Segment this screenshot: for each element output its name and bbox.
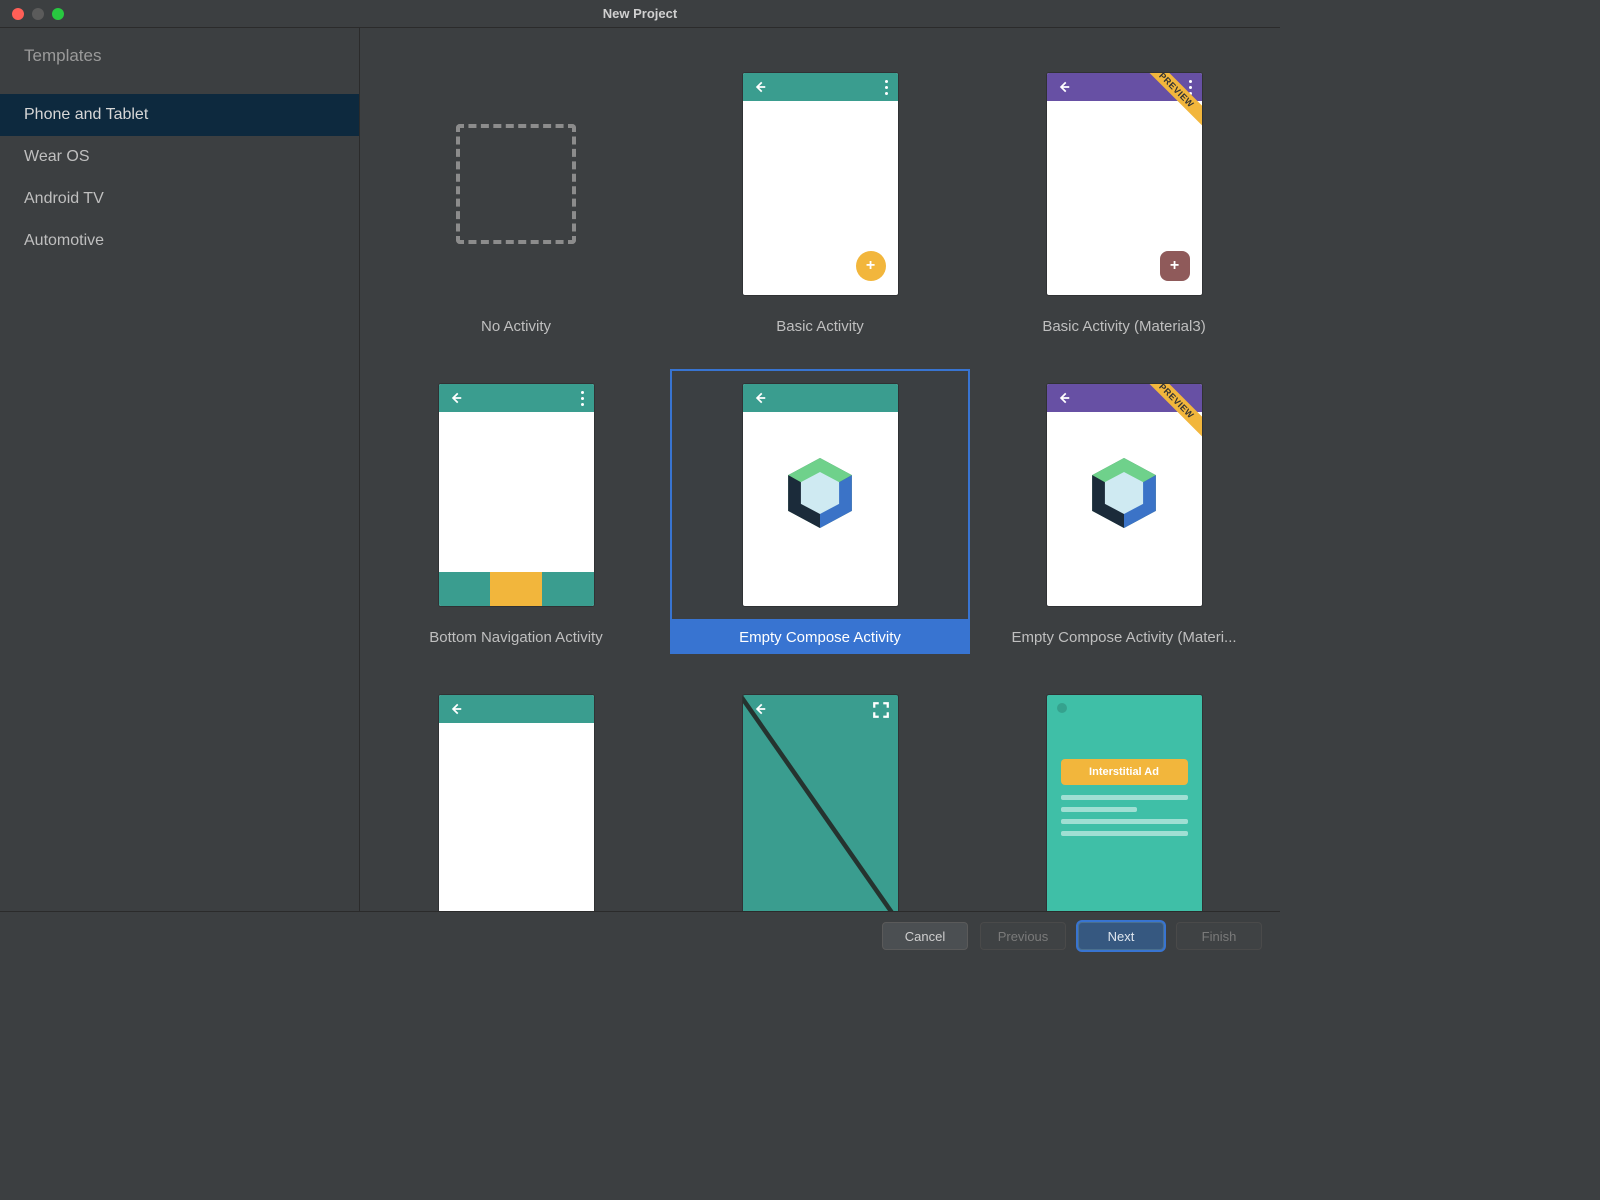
- fab-icon: +: [1160, 251, 1190, 281]
- window-controls: [0, 8, 64, 20]
- template-basic-activity[interactable]: + Basic Activity: [670, 58, 970, 343]
- template-bottom-navigation[interactable]: Bottom Navigation Activity: [366, 369, 666, 654]
- template-basic-activity-m3[interactable]: + PREVIEW Basic Activity (Material3): [974, 58, 1274, 343]
- back-arrow-icon: [753, 80, 767, 94]
- titlebar: New Project: [0, 0, 1280, 28]
- overflow-menu-icon: [581, 391, 584, 406]
- template-label: Empty Compose Activity: [670, 621, 970, 654]
- previous-button: Previous: [980, 922, 1066, 950]
- back-arrow-icon: [1057, 391, 1071, 405]
- finish-button: Finish: [1176, 922, 1262, 950]
- template-label: Basic Activity (Material3): [974, 310, 1274, 343]
- zoom-window-button[interactable]: [52, 8, 64, 20]
- template-label: No Activity: [366, 310, 666, 343]
- sidebar-item-android-tv[interactable]: Android TV: [0, 178, 359, 220]
- template-empty-compose[interactable]: Empty Compose Activity: [670, 369, 970, 654]
- template-label: Bottom Navigation Activity: [366, 621, 666, 654]
- template-label: Basic Activity: [670, 310, 970, 343]
- appbar: [743, 384, 898, 412]
- dialog-footer: Cancel Previous Next Finish: [0, 912, 1280, 960]
- appbar: [439, 384, 594, 412]
- status-dot-icon: [1057, 703, 1067, 713]
- overflow-menu-icon: [885, 80, 888, 95]
- back-arrow-icon: [1057, 80, 1071, 94]
- template-label: Empty Compose Activity (Materi...: [974, 621, 1274, 654]
- template-gallery: No Activity + Basic Activity: [360, 28, 1280, 911]
- bottom-nav: [439, 572, 594, 606]
- sidebar-item-label: Phone and Tablet: [24, 106, 148, 123]
- compose-logo-icon: [1047, 458, 1202, 528]
- sidebar-item-phone-tablet[interactable]: Phone and Tablet: [0, 94, 359, 136]
- template-category-sidebar: Templates Phone and Tablet Wear OS Andro…: [0, 28, 360, 911]
- back-arrow-icon: [449, 702, 463, 716]
- back-arrow-icon: [753, 391, 767, 405]
- back-arrow-icon: [449, 391, 463, 405]
- close-window-button[interactable]: [12, 8, 24, 20]
- template-admob-activity[interactable]: Interstitial Ad: [974, 680, 1274, 911]
- dialog-body: Templates Phone and Tablet Wear OS Andro…: [0, 28, 1280, 912]
- cancel-button[interactable]: Cancel: [882, 922, 968, 950]
- ad-button: Interstitial Ad: [1061, 759, 1188, 785]
- sidebar-item-label: Automotive: [24, 232, 104, 249]
- no-activity-icon: [456, 124, 576, 244]
- template-fullscreen-activity[interactable]: [670, 680, 970, 911]
- minimize-window-button[interactable]: [32, 8, 44, 20]
- next-button[interactable]: Next: [1078, 922, 1164, 950]
- appbar: [743, 73, 898, 101]
- placeholder-lines: [1061, 795, 1188, 836]
- template-empty-activity[interactable]: [366, 680, 666, 911]
- window-title: New Project: [0, 6, 1280, 21]
- template-no-activity[interactable]: No Activity: [366, 58, 666, 343]
- compose-logo-icon: [743, 458, 898, 528]
- sidebar-item-wear-os[interactable]: Wear OS: [0, 136, 359, 178]
- appbar: [439, 695, 594, 723]
- sidebar-item-label: Android TV: [24, 190, 104, 207]
- template-empty-compose-m3[interactable]: PREVIEW Empty Compose Activity (Materi..…: [974, 369, 1274, 654]
- fab-icon: +: [856, 251, 886, 281]
- sidebar-header: Templates: [0, 46, 359, 94]
- sidebar-item-automotive[interactable]: Automotive: [0, 220, 359, 262]
- sidebar-item-label: Wear OS: [24, 148, 90, 165]
- new-project-window: New Project Templates Phone and Tablet W…: [0, 0, 1280, 960]
